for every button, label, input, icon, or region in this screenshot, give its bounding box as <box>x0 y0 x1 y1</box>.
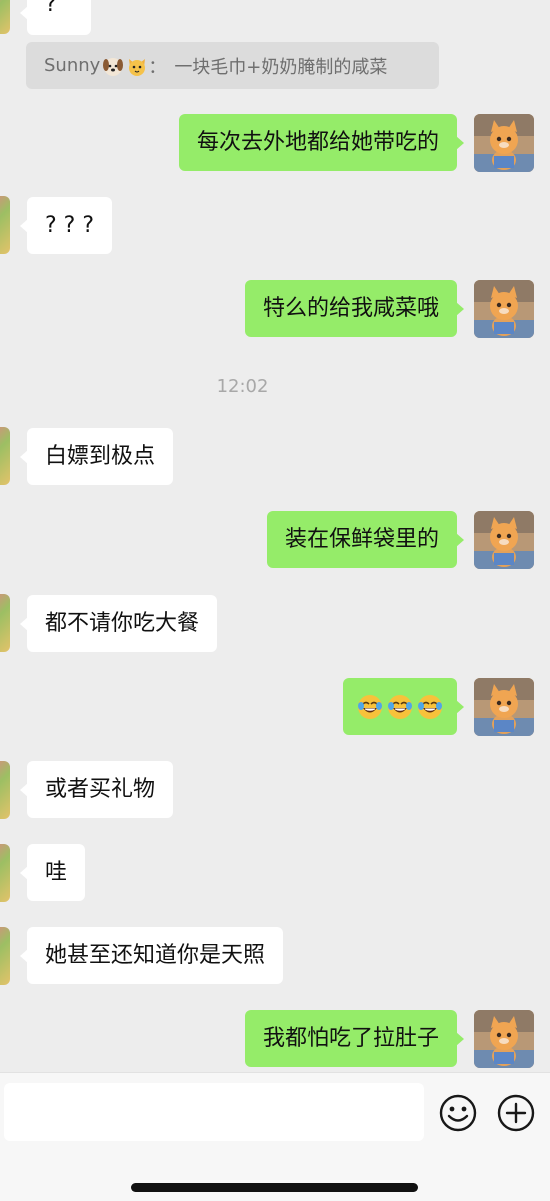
message-text: ? <box>45 0 57 17</box>
avatar[interactable] <box>0 196 10 254</box>
message-bubble[interactable]: 都不请你吃大餐 <box>19 595 218 652</box>
message-bubble[interactable]: 或者买礼物 <box>19 761 174 818</box>
message-bubble[interactable]: 我都怕吃了拉肚子 <box>244 1010 465 1067</box>
avatar[interactable] <box>0 427 10 485</box>
avatar[interactable] <box>474 1010 534 1068</box>
home-indicator[interactable] <box>131 1183 418 1192</box>
message-bubble[interactable]: 特么的给我咸菜哦 <box>244 280 465 337</box>
dog-face-icon <box>103 57 124 76</box>
avatar[interactable] <box>0 761 10 819</box>
message-text: 每次去外地都给她带吃的 <box>196 129 439 155</box>
message-bubble[interactable]: 装在保鲜袋里的 <box>266 511 465 568</box>
message-bubble[interactable]: 哇 <box>19 844 86 901</box>
message-text: 我都怕吃了拉肚子 <box>262 1025 439 1051</box>
avatar[interactable] <box>474 511 534 569</box>
message-text: 特么的给我咸菜哦 <box>262 295 439 321</box>
message-text: 都不请你吃大餐 <box>45 610 200 636</box>
laughing-crying-icon <box>417 694 443 720</box>
quoted-message[interactable]: Sunny ： 一块毛巾+奶奶腌制的咸菜 <box>26 42 439 89</box>
message-text: 哇 <box>45 859 68 885</box>
laughing-crying-icon <box>387 694 413 720</box>
avatar[interactable] <box>0 844 10 902</box>
plus-circle-icon[interactable] <box>496 1093 536 1133</box>
timestamp: 12:02 <box>216 376 269 397</box>
avatar[interactable] <box>0 0 10 34</box>
message-text: 她甚至还知道你是天照 <box>45 942 266 968</box>
avatar[interactable] <box>474 114 534 172</box>
quote-text: 一块毛巾+奶奶腌制的咸菜 <box>174 56 388 78</box>
message-input[interactable] <box>4 1083 424 1141</box>
message-bubble[interactable]: ? ? ? <box>19 197 113 254</box>
message-text: 白嫖到极点 <box>45 443 156 469</box>
input-bar <box>0 1072 550 1201</box>
message-text: ? ? ? <box>45 212 95 238</box>
message-bubble[interactable]: 每次去外地都给她带吃的 <box>178 114 465 171</box>
laughing-crying-icon <box>357 694 383 720</box>
message-bubble[interactable] <box>343 678 464 735</box>
quote-separator: ： <box>148 56 167 78</box>
chat-area[interactable]: ? Sunny ： 一块毛巾+奶奶腌制的咸菜 每次去外地都给她带吃的 ? ? ?… <box>0 0 550 1072</box>
avatar[interactable] <box>474 678 534 736</box>
message-text: 或者买礼物 <box>45 776 156 802</box>
avatar[interactable] <box>474 280 534 338</box>
message-bubble[interactable]: 她甚至还知道你是天照 <box>19 927 284 984</box>
message-bubble[interactable]: ? <box>20 0 91 35</box>
smiley-icon[interactable] <box>438 1093 478 1133</box>
avatar[interactable] <box>0 927 10 985</box>
message-text: 装在保鲜袋里的 <box>284 526 439 552</box>
quote-sender: Sunny <box>44 55 101 76</box>
message-bubble[interactable]: 白嫖到极点 <box>19 428 174 485</box>
cat-face-icon <box>129 58 146 76</box>
avatar[interactable] <box>0 594 10 652</box>
